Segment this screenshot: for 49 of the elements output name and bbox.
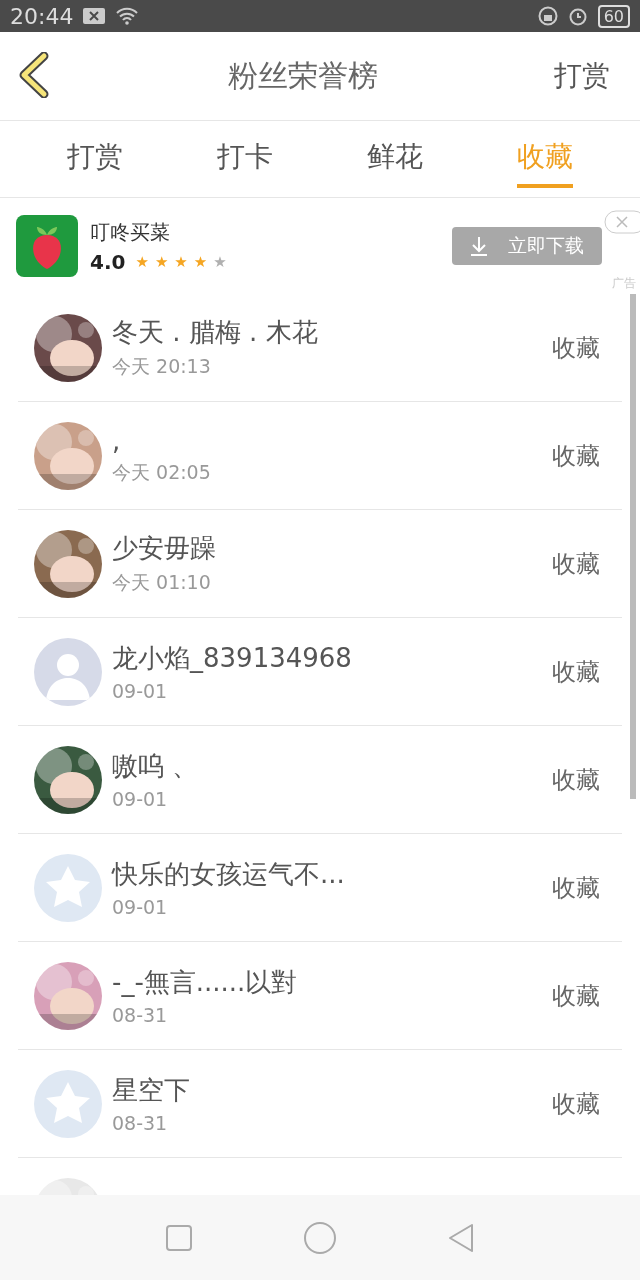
user-name: -_-無言......以對 — [112, 966, 299, 999]
favorite-label[interactable]: 收藏 — [546, 762, 606, 797]
favorite-label[interactable]: 收藏 — [546, 870, 606, 905]
tab[interactable]: 打赏 — [67, 130, 123, 188]
user-name: 龙小焰_839134968 — [112, 642, 353, 675]
home-button[interactable] — [303, 1220, 337, 1255]
tab[interactable]: 鲜花 — [367, 130, 423, 188]
time-label: 今天 02:05 — [112, 459, 212, 485]
page-title: 粉丝荣誉榜 — [227, 56, 379, 95]
time-label: 今天 20:13 — [112, 354, 212, 379]
favorite-label[interactable]: 收藏 — [546, 1086, 606, 1121]
app-icon — [16, 215, 78, 277]
back-nav-button[interactable] — [447, 1221, 475, 1254]
star-icon: ★ — [213, 252, 227, 271]
user-name: 星空下 — [112, 1074, 191, 1107]
time-label: 09-01 — [112, 788, 169, 810]
user-name: 嗷呜 、 — [112, 750, 200, 783]
wifi-icon — [115, 7, 140, 25]
recent-apps-button[interactable] — [165, 1223, 193, 1252]
time-label: 今天 01:10 — [112, 570, 212, 595]
back-icon — [18, 52, 50, 98]
time-label: 09-01 — [112, 896, 169, 918]
time-label: 08-31 — [112, 1004, 169, 1026]
lock-icon — [537, 6, 558, 26]
favorite-label[interactable]: 收藏 — [546, 330, 606, 365]
user-name: 冬天 . 腊梅 . 木花 — [112, 316, 319, 349]
user-name: 少安毋躁 — [112, 532, 217, 565]
star-icon: ★ — [154, 252, 169, 271]
favorite-label[interactable]: 收藏 — [546, 654, 606, 689]
tab[interactable]: 打卡 — [217, 130, 273, 188]
app-name: 叮咚买菜 — [90, 218, 171, 246]
star-icon: ★ — [135, 252, 149, 271]
close-icon[interactable] — [604, 210, 640, 234]
rating-value: 4.0 — [90, 249, 126, 274]
reward-button[interactable]: 打赏 — [554, 57, 610, 95]
time-label: 08-31 — [112, 1112, 169, 1134]
notification-icon — [83, 8, 106, 24]
favorite-label[interactable]: 收藏 — [546, 546, 606, 581]
favorite-label[interactable]: 收藏 — [546, 438, 606, 473]
user-name: , — [112, 425, 122, 456]
battery-level: 60 — [597, 4, 630, 28]
star-icon: ★ — [174, 252, 188, 271]
favorite-label[interactable]: 收藏 — [546, 978, 606, 1013]
user-name: 快乐的女孩运气不... — [112, 858, 346, 891]
download-icon — [470, 236, 488, 256]
time-label: 09-01 — [112, 680, 169, 702]
alarm-icon — [567, 6, 588, 26]
clock: 20:44 — [10, 3, 74, 29]
star-icon: ★ — [193, 252, 208, 271]
